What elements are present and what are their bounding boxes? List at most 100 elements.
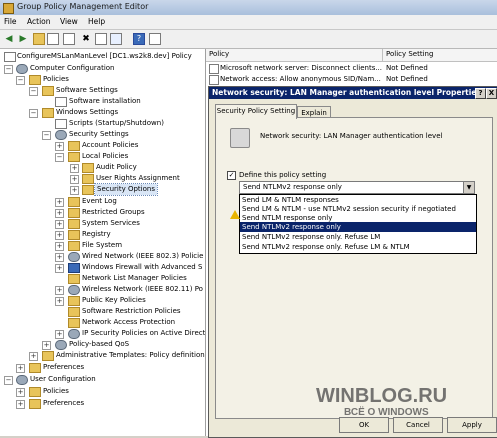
cancel-button[interactable]: Cancel — [393, 417, 443, 433]
action-pane-icon[interactable] — [149, 33, 161, 45]
folder-icon — [68, 296, 80, 306]
console-tree-icon[interactable] — [63, 33, 75, 45]
expand-icon[interactable]: + — [55, 220, 64, 229]
expand-icon[interactable]: + — [16, 400, 25, 409]
expand-icon[interactable]: + — [55, 209, 64, 218]
collapse-icon[interactable]: − — [55, 153, 64, 162]
expand-icon[interactable]: + — [55, 231, 64, 240]
define-policy-label: Define this policy setting — [239, 171, 327, 179]
menu-file[interactable]: File — [4, 17, 17, 26]
folder-icon — [68, 197, 80, 207]
expand-icon[interactable]: + — [55, 330, 64, 339]
gpo-icon — [4, 52, 16, 62]
gpo-app-icon — [3, 3, 14, 14]
folder-icon — [68, 219, 80, 229]
auth-level-value: Send NTLMv2 response only — [243, 183, 342, 191]
option-ntlmv2-refuse-lm-ntlm[interactable]: Send NTLMv2 response only. Refuse LM & N… — [240, 242, 476, 252]
expand-icon[interactable]: + — [70, 186, 79, 195]
help-icon[interactable]: ? — [133, 33, 145, 45]
network-icon — [68, 252, 80, 262]
folder-icon — [68, 208, 80, 218]
watermark-tagline: ВСЁ О WINDOWS — [344, 407, 429, 418]
folder-icon — [82, 163, 94, 173]
firewall-icon — [68, 263, 80, 273]
option-ntlmv2-refuse-lm[interactable]: Send NTLMv2 response only. Refuse LM — [240, 232, 476, 242]
folder-icon — [42, 86, 54, 96]
expand-icon[interactable]: + — [55, 242, 64, 251]
expand-icon[interactable]: + — [16, 388, 25, 397]
table-row[interactable]: Microsoft network server: Disconnect cli… — [206, 63, 497, 74]
column-policy-setting[interactable]: Policy Setting — [386, 50, 433, 58]
folder-icon — [68, 274, 80, 284]
policy-icon — [209, 64, 219, 74]
folder-icon — [29, 387, 41, 397]
apply-button[interactable]: Apply — [447, 417, 497, 433]
expand-icon[interactable]: + — [55, 253, 64, 262]
delete-x-icon[interactable]: ✖ — [80, 33, 92, 45]
expand-icon[interactable]: + — [29, 352, 38, 361]
properties-icon[interactable] — [95, 33, 107, 45]
auth-level-options: Send LM & NTLM responses Send LM & NTLM … — [239, 194, 477, 254]
expand-icon[interactable]: + — [55, 297, 64, 306]
back-arrow-icon[interactable]: ◀ — [3, 33, 15, 45]
menu-action[interactable]: Action — [27, 17, 51, 26]
policy-setting-icon — [230, 128, 250, 148]
console-tree: ConfigureMSLanManLevel [DC1.ws2k8.dev] P… — [0, 49, 206, 436]
expand-icon[interactable]: + — [42, 341, 51, 350]
expand-icon[interactable]: + — [55, 198, 64, 207]
expand-icon[interactable]: + — [55, 142, 64, 151]
up-folder-icon[interactable] — [33, 33, 45, 45]
expand-icon[interactable]: + — [70, 164, 79, 173]
menu-bar: File Action View Help — [0, 15, 497, 30]
tab-security-policy-setting[interactable]: Security Policy Setting — [215, 104, 297, 119]
qos-icon — [55, 340, 67, 350]
software-install-icon — [55, 97, 67, 107]
option-send-ntlmv2-only[interactable]: Send NTLMv2 response only — [240, 222, 476, 232]
expand-icon[interactable]: + — [55, 286, 64, 295]
help-button[interactable]: ? — [475, 88, 486, 99]
menu-view[interactable]: View — [60, 17, 78, 26]
expand-icon[interactable]: + — [16, 364, 25, 373]
tab-panel: Network security: LAN Manager authentica… — [215, 117, 493, 419]
close-button[interactable]: X — [486, 88, 497, 99]
forward-arrow-icon[interactable]: ▶ — [17, 33, 29, 45]
table-row[interactable]: Network access: Allow anonymous SID/Nam.… — [206, 74, 497, 85]
collapse-icon[interactable]: − — [42, 131, 51, 140]
column-divider[interactable] — [382, 49, 383, 61]
list-header: Policy Policy Setting — [206, 49, 497, 62]
collapse-icon[interactable]: − — [16, 76, 25, 85]
collapse-icon[interactable]: − — [29, 109, 38, 118]
chevron-down-icon[interactable]: ▼ — [463, 182, 474, 193]
define-policy-checkbox[interactable]: ✓ — [227, 171, 236, 180]
folder-icon — [42, 108, 54, 118]
wireless-icon — [68, 285, 80, 295]
ok-button[interactable]: OK — [339, 417, 389, 433]
expand-icon[interactable]: + — [55, 264, 64, 273]
user-icon — [16, 375, 28, 385]
dialog-title: Network security: LAN Manager authentica… — [212, 88, 481, 97]
expand-icon[interactable]: + — [70, 175, 79, 184]
computer-icon — [16, 64, 28, 74]
menu-help[interactable]: Help — [88, 17, 105, 26]
folder-icon — [82, 174, 94, 184]
folder-icon — [82, 185, 94, 195]
export-list-icon[interactable] — [110, 33, 122, 45]
folder-icon — [68, 152, 80, 162]
window-title: Group Policy Management Editor — [17, 2, 149, 11]
scripts-icon — [55, 119, 67, 129]
collapse-icon[interactable]: − — [29, 87, 38, 96]
warning-icon — [230, 210, 240, 219]
dialog-title-bar: Network security: LAN Manager authentica… — [209, 87, 497, 99]
policy-name: Network security: LAN Manager authentica… — [260, 132, 443, 140]
collapse-icon[interactable]: − — [4, 65, 13, 74]
folder-icon — [68, 307, 80, 317]
folder-icon — [29, 399, 41, 409]
collapse-icon[interactable]: − — [4, 376, 13, 385]
auth-level-select[interactable]: Send NTLMv2 response only ▼ — [239, 181, 475, 194]
show-hide-tree-icon[interactable] — [47, 33, 59, 45]
column-policy[interactable]: Policy — [209, 50, 229, 58]
toolbar: ◀ ▶ ✖ ? — [0, 30, 497, 49]
folder-icon — [29, 75, 41, 85]
folder-icon — [68, 241, 80, 251]
folder-icon — [42, 351, 54, 361]
